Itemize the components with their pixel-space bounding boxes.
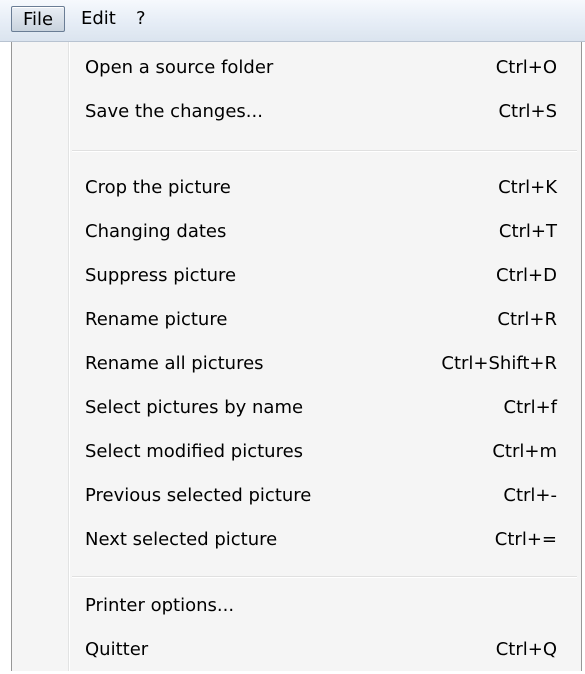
menu-item-label: Next selected picture	[85, 529, 278, 550]
menu-help[interactable]: ?	[130, 6, 152, 32]
menu-item-shortcut: Ctrl+f	[503, 397, 557, 418]
menu-edit[interactable]: Edit	[75, 6, 122, 32]
menu-item-next-selected[interactable]: Next selected picture Ctrl+=	[12, 520, 581, 564]
menu-item-shortcut: Ctrl+-	[503, 485, 557, 506]
menu-item-shortcut: Ctrl+S	[498, 101, 557, 122]
menu-item-previous-selected[interactable]: Previous selected picture Ctrl+-	[12, 476, 581, 520]
menu-item-select-by-name[interactable]: Select pictures by name Ctrl+f	[12, 388, 581, 432]
menu-item-label: Rename picture	[85, 309, 228, 330]
menu-item-quitter[interactable]: Quitter Ctrl+Q	[12, 630, 581, 674]
menu-item-printer-options[interactable]: Printer options...	[12, 586, 581, 630]
menu-item-open-source-folder[interactable]: Open a source folder Ctrl+O	[12, 48, 581, 92]
menu-item-label: Select modified pictures	[85, 441, 304, 462]
menu-separator	[72, 150, 577, 152]
menu-item-label: Rename all pictures	[85, 353, 264, 374]
menu-separator	[72, 576, 577, 578]
menu-item-label: Changing dates	[85, 221, 227, 242]
menu-item-rename-picture[interactable]: Rename picture Ctrl+R	[12, 300, 581, 344]
menu-item-shortcut: Ctrl+m	[492, 441, 557, 462]
menu-item-shortcut: Ctrl+O	[495, 57, 557, 78]
menu-bar: File Edit ?	[0, 0, 585, 42]
menu-item-shortcut: Ctrl+T	[498, 221, 557, 242]
menu-item-label: Suppress picture	[85, 265, 237, 286]
menu-item-shortcut: Ctrl+R	[497, 309, 557, 330]
menu-item-shortcut: Ctrl+Q	[495, 639, 557, 660]
menu-item-suppress-picture[interactable]: Suppress picture Ctrl+D	[12, 256, 581, 300]
menu-item-select-modified[interactable]: Select modified pictures Ctrl+m	[12, 432, 581, 476]
menu-item-shortcut: Ctrl+D	[496, 265, 557, 286]
menu-item-changing-dates[interactable]: Changing dates Ctrl+T	[12, 212, 581, 256]
menu-item-label: Select pictures by name	[85, 397, 304, 418]
menu-item-save-changes[interactable]: Save the changes... Ctrl+S	[12, 92, 581, 136]
menu-item-label: Open a source folder	[85, 57, 274, 78]
menu-item-label: Printer options...	[85, 595, 235, 616]
menu-item-shortcut: Ctrl+=	[494, 529, 557, 550]
menu-item-shortcut: Ctrl+K	[498, 177, 557, 198]
menu-item-label: Previous selected picture	[85, 485, 312, 506]
file-dropdown-menu: Open a source folder Ctrl+O Save the cha…	[11, 42, 582, 671]
menu-item-label: Save the changes...	[85, 101, 263, 122]
menu-file[interactable]: File	[11, 6, 65, 32]
menu-item-crop-picture[interactable]: Crop the picture Ctrl+K	[12, 168, 581, 212]
menu-item-label: Quitter	[85, 639, 149, 660]
menu-item-shortcut: Ctrl+Shift+R	[441, 353, 557, 374]
menu-item-label: Crop the picture	[85, 177, 231, 198]
menu-item-rename-all-pictures[interactable]: Rename all pictures Ctrl+Shift+R	[12, 344, 581, 388]
